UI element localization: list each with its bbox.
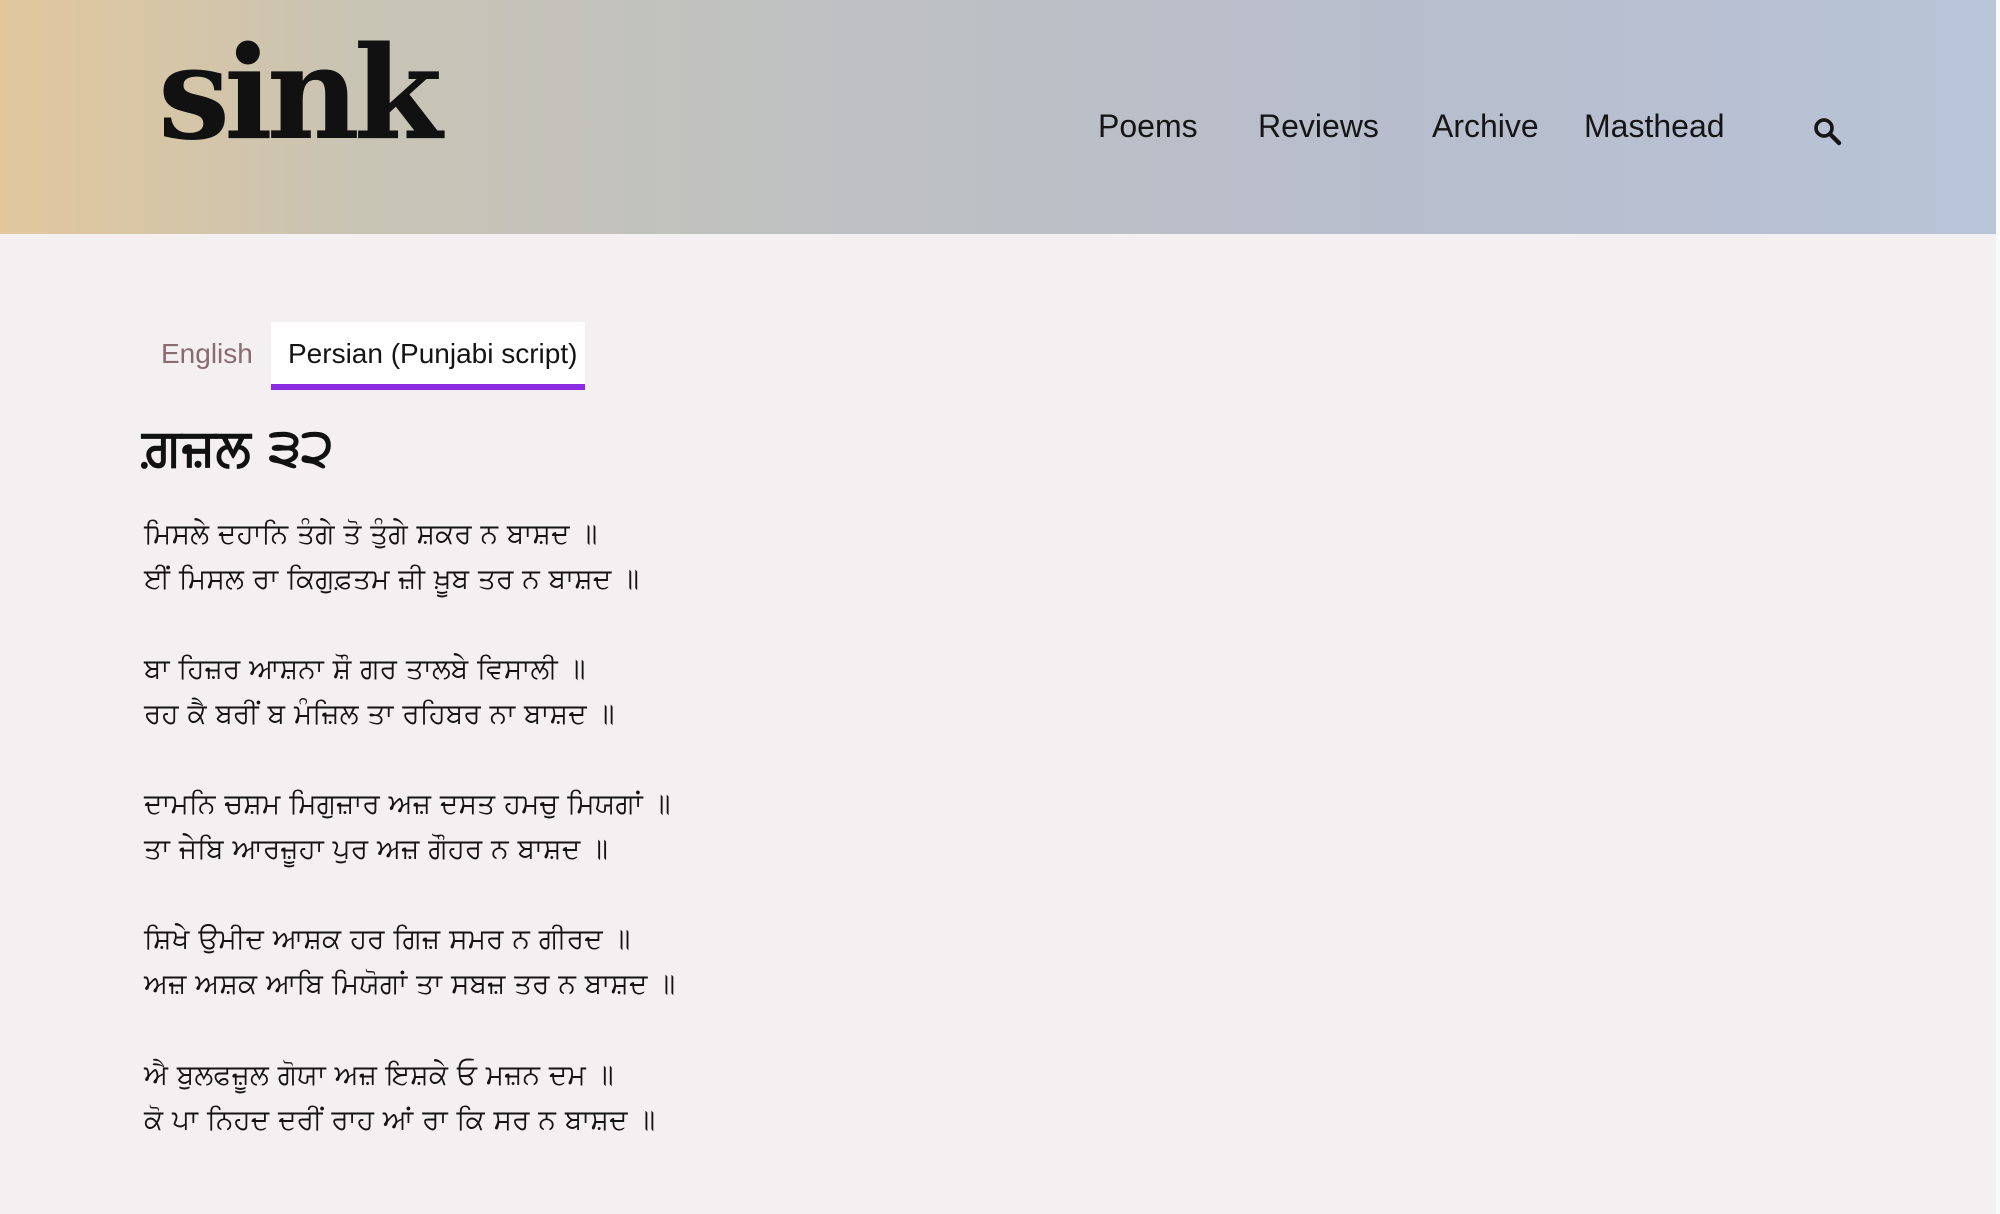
tab-persian-punjabi-script[interactable]: Persian (Punjabi script) — [271, 322, 585, 390]
tab-english[interactable]: English — [144, 322, 270, 386]
poem-line: ਮਿਸਲੇ ਦਹਾਨਿ ਤੰਗੇ ਤੋ ਤੁੰਗੇ ਸ਼ਕਰ ਨ ਬਾਸ਼ਦ ॥ — [144, 517, 598, 550]
poem-stanza: ਸ਼ਿਖੇ ਉਮੀਦ ਆਸ਼ਕ ਹਰ ਗਿਜ਼ ਸਮਰ ਨ ਗੀਰਦ ॥ ਅਜ਼… — [144, 916, 675, 1006]
poem-stanza: ਦਾਮਨਿ ਚਸ਼ਮ ਮਿਗੁਜ਼ਾਰ ਅਜ਼ ਦਸਤ ਹਮਚੁ ਮਿਯਗਾਂ … — [144, 781, 671, 871]
poem-line: ਐ ਬੁਲਫਜ਼ੂਲ ਗੋਯਾ ਅਜ਼ ਇਸ਼ਕੇ ਓ ਮਜ਼ਨ ਦਮ ॥ — [144, 1058, 614, 1091]
poem-line: ਸ਼ਿਖੇ ਉਮੀਦ ਆਸ਼ਕ ਹਰ ਗਿਜ਼ ਸਮਰ ਨ ਗੀਰਦ ॥ — [144, 922, 631, 955]
poem-line: ਬਾ ਹਿਜ਼ਰ ਆਸ਼ਨਾ ਸ਼ੌ ਗਰ ਤਾਲਬੇ ਵਿਸਾਲੀ ॥ — [144, 652, 586, 685]
poem-stanza: ਬਾ ਹਿਜ਼ਰ ਆਸ਼ਨਾ ਸ਼ੌ ਗਰ ਤਾਲਬੇ ਵਿਸਾਲੀ ॥ ਰਹ … — [144, 646, 614, 736]
poem-title: ਗ਼ਜ਼ਲ ੩੨ — [142, 418, 334, 478]
poem-line: ਈਂ ਮਿਸਲ ਰਾ ਕਿਗੁਫ਼ਤਮ ਜ਼ੀ ਖ਼ੂਬ ਤਰ ਨ ਬਾਸ਼ਦ … — [144, 562, 640, 595]
nav-item-masthead[interactable]: Masthead — [1584, 108, 1725, 145]
nav-item-reviews[interactable]: Reviews — [1258, 108, 1379, 145]
poem-line: ਤਾ ਜੇਬਿ ਆਰਜ਼ੂਹਾ ਪੁਰ ਅਜ਼ ਗੌਹਰ ਨ ਬਾਸ਼ਦ ॥ — [144, 832, 609, 865]
poem-line: ਦਾਮਨਿ ਚਸ਼ਮ ਮਿਗੁਜ਼ਾਰ ਅਜ਼ ਦਸਤ ਹਮਚੁ ਮਿਯਗਾਂ … — [144, 787, 671, 820]
poem-line: ਅਜ਼ ਅਸ਼ਕ ਆਬਿ ਮਿਯੋਗਾਂ ਤਾ ਸਬਜ਼ ਤਰ ਨ ਬਾਸ਼ਦ … — [144, 967, 676, 1000]
nav-item-archive[interactable]: Archive — [1432, 108, 1539, 145]
poem-stanza: ਐ ਬੁਲਫਜ਼ੂਲ ਗੋਯਾ ਅਜ਼ ਇਸ਼ਕੇ ਓ ਮਜ਼ਨ ਦਮ ॥ ਕੋ… — [144, 1052, 655, 1142]
search-icon[interactable] — [1812, 116, 1842, 146]
site-logo[interactable]: sink — [158, 30, 442, 158]
nav-item-poems[interactable]: Poems — [1098, 108, 1198, 145]
poem-line: ਰਹ ਕੈ ਬਰੀਂ ਬ ਮੰਜ਼ਿਲ ਤਾ ਰਹਿਬਰ ਨਾ ਬਾਸ਼ਦ ॥ — [144, 697, 615, 730]
scrollbar-gutter — [1996, 0, 2000, 1214]
poem-stanza: ਮਿਸਲੇ ਦਹਾਨਿ ਤੰਗੇ ਤੋ ਤੁੰਗੇ ਸ਼ਕਰ ਨ ਬਾਸ਼ਦ ॥… — [144, 511, 639, 601]
poem-line: ਕੋ ਪਾ ਨਿਹਦ ਦਰੀਂ ਰਾਹ ਆਂ ਰਾ ਕਿ ਸਰ ਨ ਬਾਸ਼ਦ … — [144, 1103, 656, 1136]
